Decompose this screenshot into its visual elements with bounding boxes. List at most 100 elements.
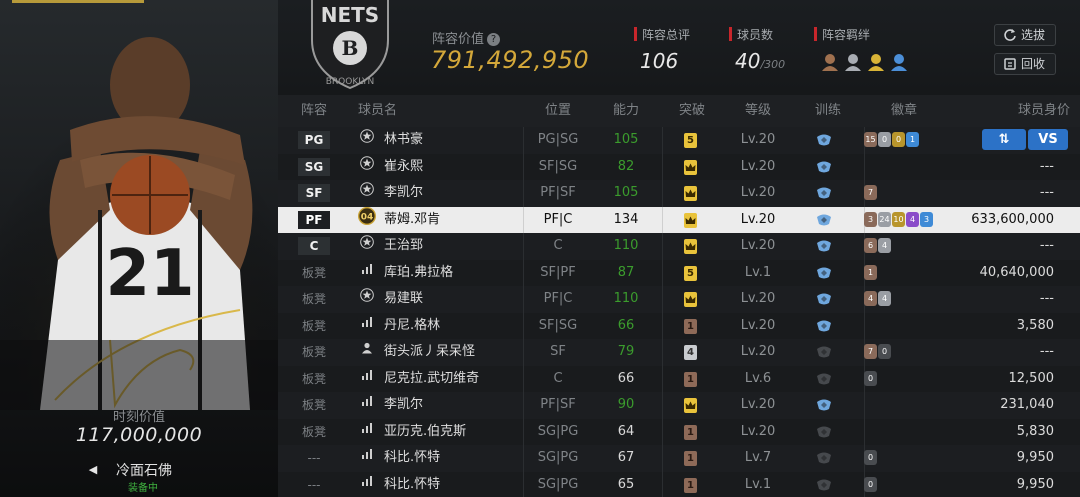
player-name[interactable]: 科比.怀特	[384, 472, 514, 497]
badge-list[interactable]: 0	[864, 366, 974, 393]
breakthrough-cell[interactable]: 1	[684, 445, 702, 472]
badge-list[interactable]: 1	[864, 260, 974, 287]
breakthrough-cell[interactable]	[684, 233, 702, 260]
badge-list[interactable]: 0	[864, 445, 974, 472]
breakthrough-badge: 4	[684, 345, 697, 360]
col-breakthrough[interactable]: 突破	[660, 95, 724, 127]
swap-button[interactable]: ⇅	[982, 129, 1026, 150]
training-icon[interactable]	[815, 392, 835, 419]
breakthrough-cell[interactable]	[684, 392, 702, 419]
breakthrough-cell[interactable]: 1	[684, 313, 702, 340]
badge-list[interactable]: 44	[864, 286, 974, 313]
row-slot: 板凳	[301, 318, 326, 333]
col-position[interactable]: 位置	[528, 95, 588, 127]
bars-icon	[358, 392, 376, 419]
badge-count: 3	[864, 211, 877, 227]
player-name[interactable]: 街头派丿呆呆怪	[384, 339, 514, 366]
table-row[interactable]: 板凳 尼克拉.武切维奇 C 66 1 Lv.6 0 12,500	[278, 365, 1080, 393]
player-name[interactable]: 林书豪	[384, 127, 514, 154]
player-name[interactable]: 李凯尔	[384, 392, 514, 419]
vs-button[interactable]: VS	[1028, 129, 1068, 150]
prev-card-icon[interactable]: ◀	[86, 463, 100, 477]
table-row[interactable]: --- 科比.怀特 SG|PG 67 1 Lv.7 0 9,950	[278, 445, 1080, 472]
training-icon[interactable]	[815, 419, 835, 446]
table-row[interactable]: 板凳 库珀.弗拉格 SF|PF 87 5 Lv.1 1 40,640,000	[278, 259, 1080, 287]
training-icon[interactable]	[815, 154, 835, 181]
badge-list[interactable]: 70	[864, 339, 974, 366]
player-name[interactable]: 蒂姆.邓肯	[384, 207, 514, 234]
help-icon[interactable]: ?	[487, 33, 501, 46]
col-ability[interactable]: 能力	[594, 95, 658, 127]
training-icon[interactable]	[815, 366, 835, 393]
table-row[interactable]: --- 科比.怀特 SG|PG 65 1 Lv.1 0 9,950	[278, 471, 1080, 497]
table-row[interactable]: C 王治郅 C 110 Lv.20 6 4 ---	[278, 233, 1080, 260]
breakthrough-cell[interactable]: 4	[684, 339, 702, 366]
player-name[interactable]: 易建联	[384, 286, 514, 313]
breakthrough-cell[interactable]: 1	[684, 419, 702, 446]
bars-icon	[358, 366, 376, 393]
breakthrough-cell[interactable]: 1	[684, 366, 702, 393]
training-icon[interactable]	[815, 233, 835, 260]
recycle-button[interactable]: 回收	[994, 53, 1056, 75]
table-row[interactable]: PF 04 蒂姆.邓肯 PF|C 134 Lv.20 3 24 10 4 3 633,600,000	[278, 206, 1080, 234]
training-icon[interactable]	[815, 339, 835, 366]
breakthrough-cell[interactable]: 1	[684, 472, 702, 497]
badge-list[interactable]	[864, 392, 974, 419]
select-button[interactable]: 选拔	[994, 24, 1056, 46]
bond-icons[interactable]	[820, 51, 920, 73]
breakthrough-cell[interactable]	[684, 154, 702, 181]
badge-list[interactable]	[864, 313, 974, 340]
col-level[interactable]: 等级	[726, 95, 790, 127]
training-icon[interactable]	[815, 180, 835, 207]
training-icon[interactable]	[815, 127, 835, 154]
breakthrough-cell[interactable]: 5	[684, 127, 702, 154]
badge-list[interactable]	[864, 419, 974, 446]
player-name[interactable]: 科比.怀特	[384, 445, 514, 472]
player-name[interactable]: 李凯尔	[384, 180, 514, 207]
badge-list[interactable]: 7	[864, 180, 974, 207]
col-badges[interactable]: 徽章	[874, 95, 934, 127]
player-name[interactable]: 库珀.弗拉格	[384, 260, 514, 287]
player-name[interactable]: 亚历克.伯克斯	[384, 419, 514, 446]
breakthrough-level: 1	[687, 453, 694, 464]
badge-list[interactable]: 64	[864, 233, 974, 260]
col-name[interactable]: 球员名	[358, 95, 418, 127]
badge-count: 4	[864, 291, 877, 306]
training-icon[interactable]	[815, 472, 835, 497]
training-icon[interactable]	[815, 445, 835, 472]
table-row[interactable]: 板凳 街头派丿呆呆怪 SF 79 4 Lv.20 7 0 ---	[278, 339, 1080, 366]
player-ability: 67	[617, 450, 635, 465]
badge-list[interactable]: 3 24 10 4 3	[864, 207, 974, 234]
table-row[interactable]: 板凳 李凯尔 PF|SF 90 Lv.20 231,040	[278, 392, 1080, 419]
player-card-panel[interactable]: 21 时刻价值 117,000,000 ◀ 冷面石佛 装备中	[0, 0, 278, 497]
table-row[interactable]: 板凳 丹尼.格林 SF|SG 66 1 Lv.20 3,580	[278, 312, 1080, 340]
breakthrough-cell[interactable]	[684, 180, 702, 207]
row-divider	[523, 471, 524, 497]
breakthrough-badge: 1	[684, 477, 697, 493]
badge-list[interactable]: 15 0 0 1	[864, 127, 974, 154]
breakthrough-cell[interactable]	[684, 286, 702, 313]
training-icon[interactable]	[815, 286, 835, 313]
col-worth[interactable]: 球员身价	[990, 95, 1070, 127]
player-name[interactable]: 尼克拉.武切维奇	[384, 366, 514, 393]
training-icon[interactable]	[815, 260, 835, 287]
bars-icon	[358, 419, 376, 446]
col-slot[interactable]: 阵容	[294, 95, 334, 127]
training-icon[interactable]	[815, 313, 835, 340]
player-name[interactable]: 崔永熙	[384, 154, 514, 181]
table-row[interactable]: SG 崔永熙 SF|SG 82 Lv.20 ---	[278, 153, 1080, 181]
table-row[interactable]: 板凳 亚历克.伯克斯 SG|PG 64 1 Lv.20 5,830	[278, 418, 1080, 446]
badge-list[interactable]	[864, 154, 974, 181]
table-row[interactable]: 板凳 易建联 PF|C 110 Lv.20 4 4 ---	[278, 286, 1080, 313]
team-logo-text: NETS	[321, 3, 379, 27]
breakthrough-cell[interactable]	[684, 207, 702, 234]
player-worth: 40,640,000	[979, 264, 1054, 280]
player-name[interactable]: 王治郅	[384, 233, 514, 260]
training-icon[interactable]	[815, 207, 835, 234]
table-row[interactable]: PG 林书豪 PG|SG 105 5 Lv.20 15 0 0 1 ⇅ VS	[278, 127, 1080, 154]
breakthrough-cell[interactable]: 5	[684, 260, 702, 287]
player-name[interactable]: 丹尼.格林	[384, 313, 514, 340]
table-row[interactable]: SF 李凯尔 PF|SF 105 Lv.20 7 ---	[278, 180, 1080, 207]
badge-list[interactable]: 0	[864, 472, 974, 497]
col-training[interactable]: 训练	[800, 95, 856, 127]
